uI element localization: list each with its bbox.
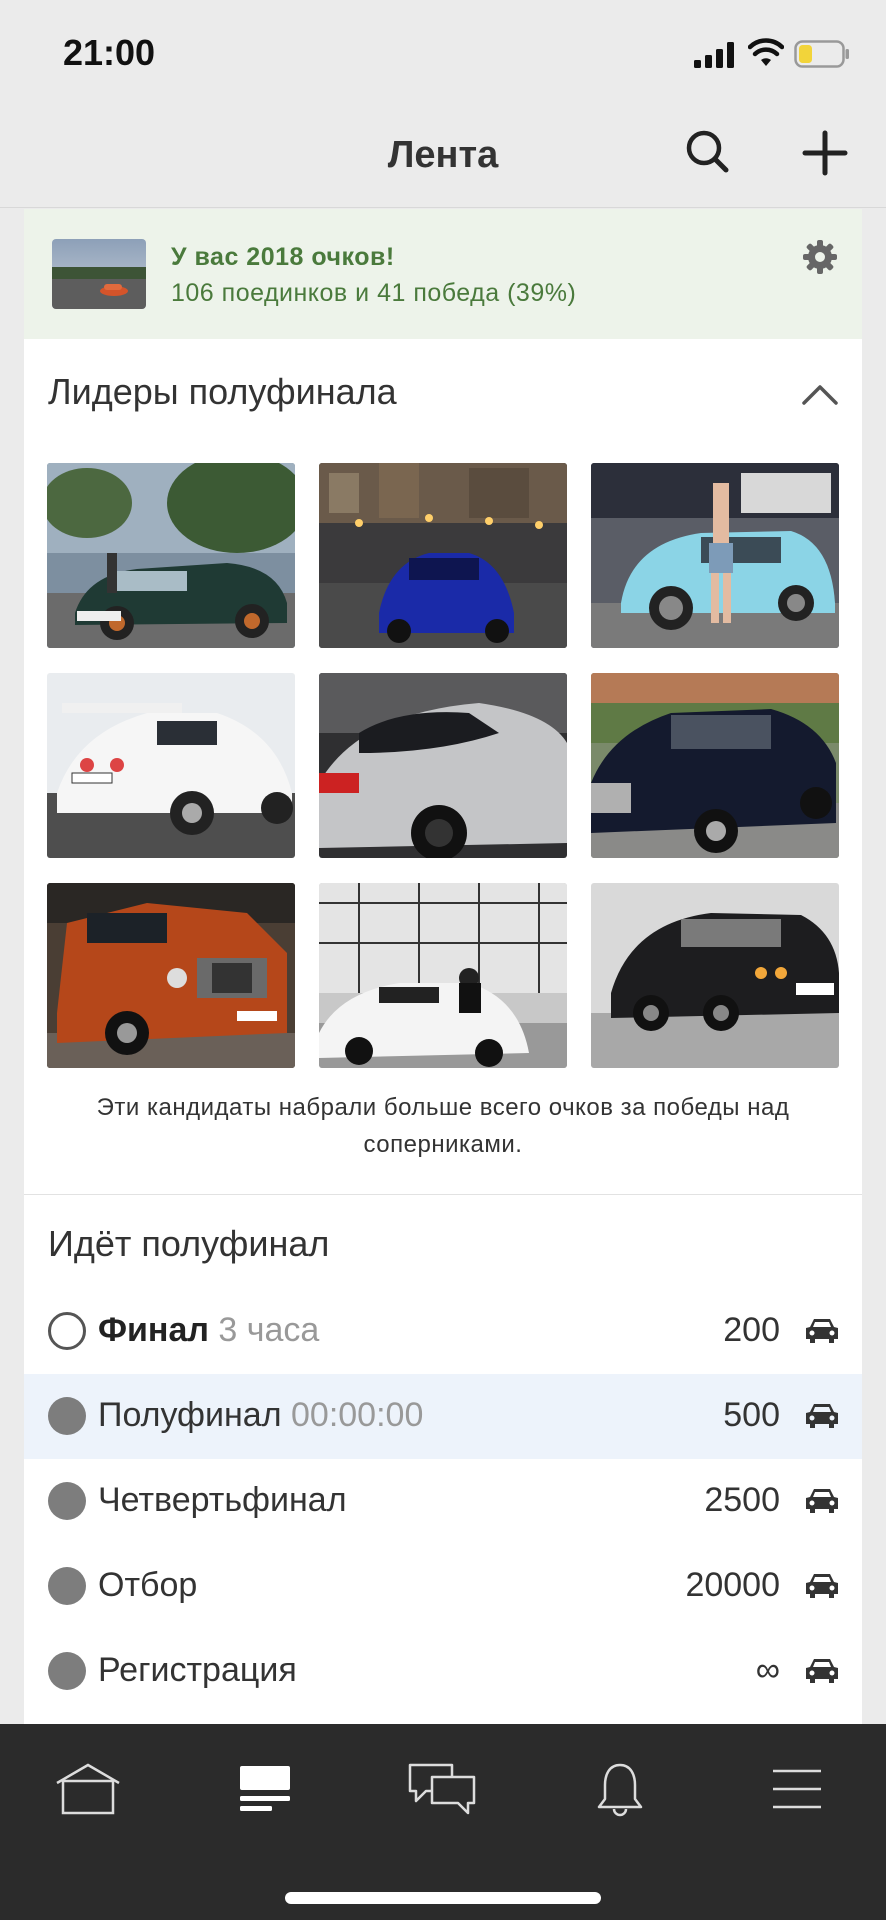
feed-content: У вас 2018 очков! 106 поединков и 41 поб… — [24, 209, 862, 1724]
stage-time: 3 часа — [218, 1311, 320, 1349]
status-bar: 21:00 — [0, 0, 886, 100]
menu-icon — [773, 1769, 821, 1809]
stage-row-semifinal[interactable]: Полуфинал 00:00:00 500 — [24, 1374, 862, 1459]
search-icon[interactable] — [682, 126, 732, 176]
stage-row-quarterfinal[interactable]: Четвертьфинал 2500 — [24, 1459, 862, 1544]
stage-value: 200 — [723, 1311, 780, 1349]
stage-name: Финал — [98, 1311, 209, 1349]
stage-status-circle — [48, 1652, 86, 1690]
profile-car-thumbnail — [52, 239, 146, 309]
stage-name: Регистрация — [98, 1651, 297, 1689]
stage-value: 2500 — [704, 1481, 780, 1519]
car-icon — [806, 1659, 838, 1683]
battery-icon — [794, 40, 849, 68]
stage-status-circle — [48, 1397, 86, 1435]
light-blue-hatchback-photo[interactable] — [591, 463, 839, 648]
leaders-caption: Эти кандидаты набрали больше всего очков… — [96, 1094, 790, 1158]
orange-pickup-photo[interactable] — [47, 883, 295, 1068]
blue-sedan-night-photo[interactable] — [319, 463, 567, 648]
page-title: Лента — [387, 134, 499, 176]
tab-feed[interactable] — [225, 1756, 305, 1822]
signal-icon — [694, 42, 734, 68]
tab-bar — [0, 1724, 886, 1920]
stage-value: ∞ — [755, 1651, 780, 1689]
score-stats: 106 поединков и 41 победа (39%) — [171, 279, 577, 307]
leaders-title: Лидеры полуфинала — [48, 371, 397, 412]
stage-time: 00:00:00 — [291, 1396, 424, 1434]
tab-home[interactable] — [48, 1756, 128, 1822]
stage-row-final[interactable]: Финал 3 часа 200 — [24, 1289, 862, 1374]
stages-title: Идёт полуфинал — [48, 1223, 330, 1264]
home-indicator — [285, 1892, 601, 1904]
black-sedan-photo[interactable] — [591, 673, 839, 858]
stage-name: Полуфинал — [98, 1396, 282, 1434]
score-card[interactable]: У вас 2018 очков! 106 поединков и 41 поб… — [24, 209, 862, 339]
car-icon — [806, 1489, 838, 1513]
gear-icon[interactable] — [802, 239, 838, 275]
car-icon — [806, 1574, 838, 1598]
feed-icon — [240, 1766, 290, 1811]
messages-icon — [408, 1763, 476, 1815]
car-icon — [806, 1319, 838, 1343]
stage-name: Отбор — [98, 1566, 198, 1604]
stage-value: 20000 — [685, 1566, 780, 1604]
stage-status-circle — [48, 1567, 86, 1605]
black-bmw-sedan-photo[interactable] — [591, 883, 839, 1068]
stage-value: 500 — [723, 1396, 780, 1434]
wifi-icon — [748, 38, 784, 66]
white-sports-car-photo[interactable] — [319, 883, 567, 1068]
stage-status-circle — [48, 1482, 86, 1520]
tab-messages[interactable] — [402, 1756, 482, 1822]
tab-notifications[interactable] — [580, 1756, 660, 1822]
stage-label: Финал 3 часа — [98, 1311, 319, 1350]
tab-menu[interactable] — [757, 1756, 837, 1822]
bell-icon — [597, 1763, 643, 1817]
stage-name: Четвертьфинал — [98, 1481, 347, 1519]
stage-status-circle — [48, 1312, 86, 1350]
divider — [24, 1194, 862, 1195]
white-coupe-photo[interactable] — [47, 673, 295, 858]
stage-row-registration[interactable]: Регистрация ∞ — [24, 1629, 862, 1714]
chevron-up-icon[interactable] — [800, 379, 840, 409]
nav-header: Лента — [0, 100, 886, 208]
stage-row-selection[interactable]: Отбор 20000 — [24, 1544, 862, 1629]
dark-green-hatchback-photo[interactable] — [47, 463, 295, 648]
score-title: У вас 2018 очков! — [171, 243, 395, 271]
add-icon[interactable] — [800, 128, 850, 178]
car-icon — [806, 1404, 838, 1428]
home-icon — [56, 1763, 120, 1815]
silver-coupe-photo[interactable] — [319, 673, 567, 858]
status-time: 21:00 — [63, 32, 156, 73]
stage-label: Полуфинал 00:00:00 — [98, 1396, 423, 1435]
